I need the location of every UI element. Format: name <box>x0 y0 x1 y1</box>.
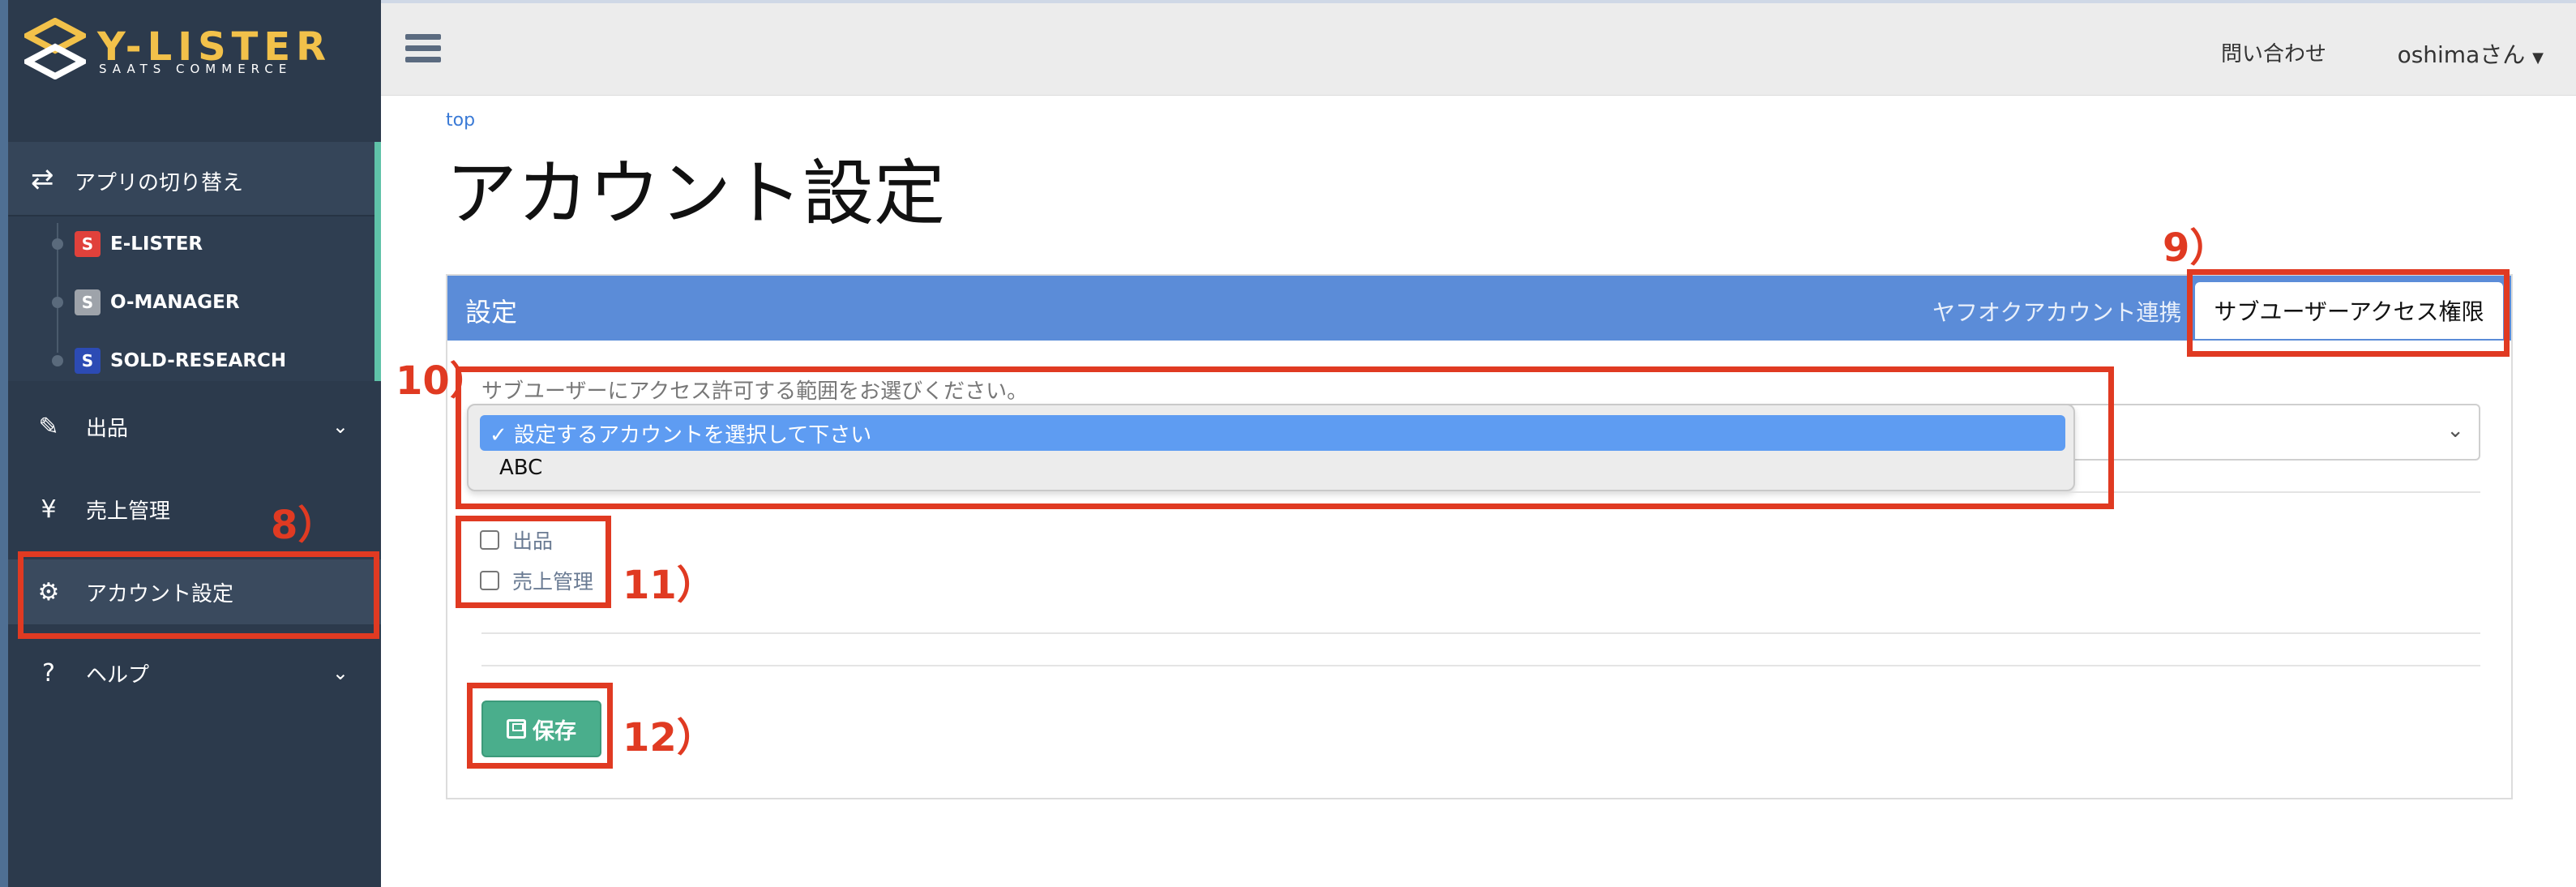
annotation-box-10 <box>456 366 2114 509</box>
page-title: アカウント設定 <box>446 152 946 235</box>
user-name: oshimaさん <box>2397 41 2526 68</box>
breadcrumb[interactable]: top <box>446 110 475 131</box>
top-bar: 問い合わせ oshimaさん ▼ <box>381 0 2576 96</box>
divider <box>481 632 2480 634</box>
caret-down-icon: ▼ <box>2532 49 2544 66</box>
sidebar-item-listing[interactable]: ✎ 出品 ⌄ <box>8 394 381 459</box>
contact-link[interactable]: 問い合わせ <box>2221 37 2326 67</box>
app-label: SOLD-RESEARCH <box>110 350 287 371</box>
annotation-box-9 <box>2187 269 2510 357</box>
annotation-box-12 <box>467 683 613 769</box>
y-lister-logo-icon <box>24 18 86 79</box>
sold-research-logo-icon: S <box>75 348 101 374</box>
app-item-o-manager[interactable]: S O-MANAGER <box>52 286 240 319</box>
tree-dot-icon <box>52 355 63 366</box>
app-item-e-lister[interactable]: S E-LISTER <box>52 228 203 260</box>
app-logo[interactable]: Y-LISTER SAATS COMMERCE <box>8 0 381 96</box>
app-label: O-MANAGER <box>110 292 240 313</box>
app-switch-label: アプリの切り替え <box>75 171 244 195</box>
o-manager-logo-icon: S <box>75 289 101 315</box>
app-switch-panel: ⇄ アプリの切り替え S E-LISTER S O-MANAGER S SOLD… <box>8 142 381 381</box>
annotation-box-8 <box>18 551 379 639</box>
annotation-box-11 <box>456 516 611 608</box>
card-title: 設定 <box>465 297 518 328</box>
divider <box>481 665 2480 666</box>
app-label: E-LISTER <box>110 234 203 255</box>
logo-subtitle: SAATS COMMERCE <box>99 62 293 76</box>
app-item-sold-research[interactable]: S SOLD-RESEARCH <box>52 345 286 377</box>
yen-icon: ¥ <box>41 495 57 524</box>
user-menu[interactable]: oshimaさん ▼ <box>2398 37 2544 70</box>
tree-dot-icon <box>52 238 63 250</box>
sidebar-item-label: 出品 <box>86 416 129 441</box>
app-switch-button[interactable]: ⇄ アプリの切り替え <box>8 142 374 216</box>
edit-icon: ✎ <box>38 412 59 441</box>
switch-arrows-icon: ⇄ <box>31 163 54 195</box>
sidebar: Y-LISTER SAATS COMMERCE ⇄ アプリの切り替え S E-L… <box>0 0 381 887</box>
sidebar-item-help[interactable]: ? ヘルプ ⌄ <box>8 641 381 705</box>
hamburger-menu-icon[interactable] <box>405 34 441 66</box>
annotation-number-10: 10） <box>396 358 489 404</box>
tree-dot-icon <box>52 297 63 308</box>
tab-yahoo-account[interactable]: ヤフオクアカウント連携 <box>1932 295 2181 328</box>
e-lister-logo-icon: S <box>75 231 101 257</box>
chevron-down-icon: ⌄ <box>2446 418 2464 443</box>
chevron-down-icon: ⌄ <box>332 415 349 438</box>
annotation-number-8: 8） <box>271 503 337 548</box>
sidebar-item-label: ヘルプ <box>86 662 150 688</box>
chevron-down-icon: ⌄ <box>332 662 349 684</box>
annotation-number-12: 12） <box>623 715 716 761</box>
app-window: Y-LISTER SAATS COMMERCE ⇄ アプリの切り替え S E-L… <box>0 0 2576 887</box>
help-icon: ? <box>42 658 55 688</box>
annotation-number-9: 9） <box>2163 225 2229 271</box>
annotation-number-11: 11） <box>623 563 716 608</box>
